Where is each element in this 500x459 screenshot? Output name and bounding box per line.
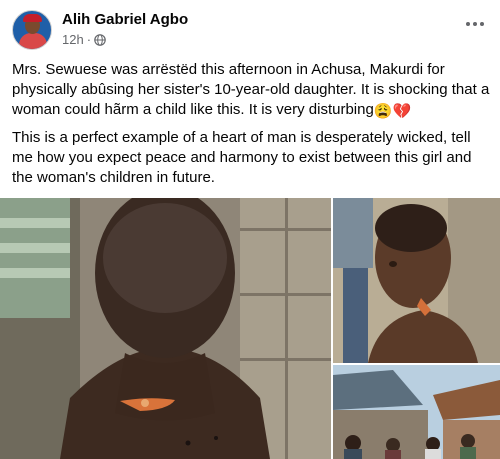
globe-icon[interactable] bbox=[94, 33, 106, 46]
post-paragraph-1: Mrs. Sewuese was arrëstëd this afternoon… bbox=[12, 60, 492, 122]
post-header: Alih Gabriel Agbo 12h · bbox=[0, 0, 500, 58]
weary-face-icon: 😩 bbox=[373, 103, 393, 120]
post-time[interactable]: 12h bbox=[62, 32, 84, 47]
photo-crowd-outside[interactable] bbox=[333, 365, 500, 459]
avatar[interactable] bbox=[12, 10, 52, 50]
post-meta: 12h · bbox=[62, 32, 106, 47]
photo-child-back-injury[interactable] bbox=[0, 198, 331, 459]
more-options-button[interactable] bbox=[458, 12, 492, 36]
post-body: Mrs. Sewuese was arrëstëd this afternoon… bbox=[12, 60, 492, 194]
paragraph-text: Mrs. Sewuese was arrëstëd this afternoon… bbox=[12, 61, 490, 118]
photo-grid bbox=[0, 198, 500, 459]
dot-icon bbox=[480, 22, 484, 26]
dot-icon bbox=[466, 22, 470, 26]
photo-child-neck-injury[interactable] bbox=[333, 198, 500, 363]
dot-icon bbox=[473, 22, 477, 26]
author-name[interactable]: Alih Gabriel Agbo bbox=[62, 11, 188, 28]
meta-separator: · bbox=[86, 32, 92, 47]
post-paragraph-2: This is a perfect example of a heart of … bbox=[12, 129, 472, 186]
broken-heart-icon: 💔 bbox=[392, 103, 412, 120]
